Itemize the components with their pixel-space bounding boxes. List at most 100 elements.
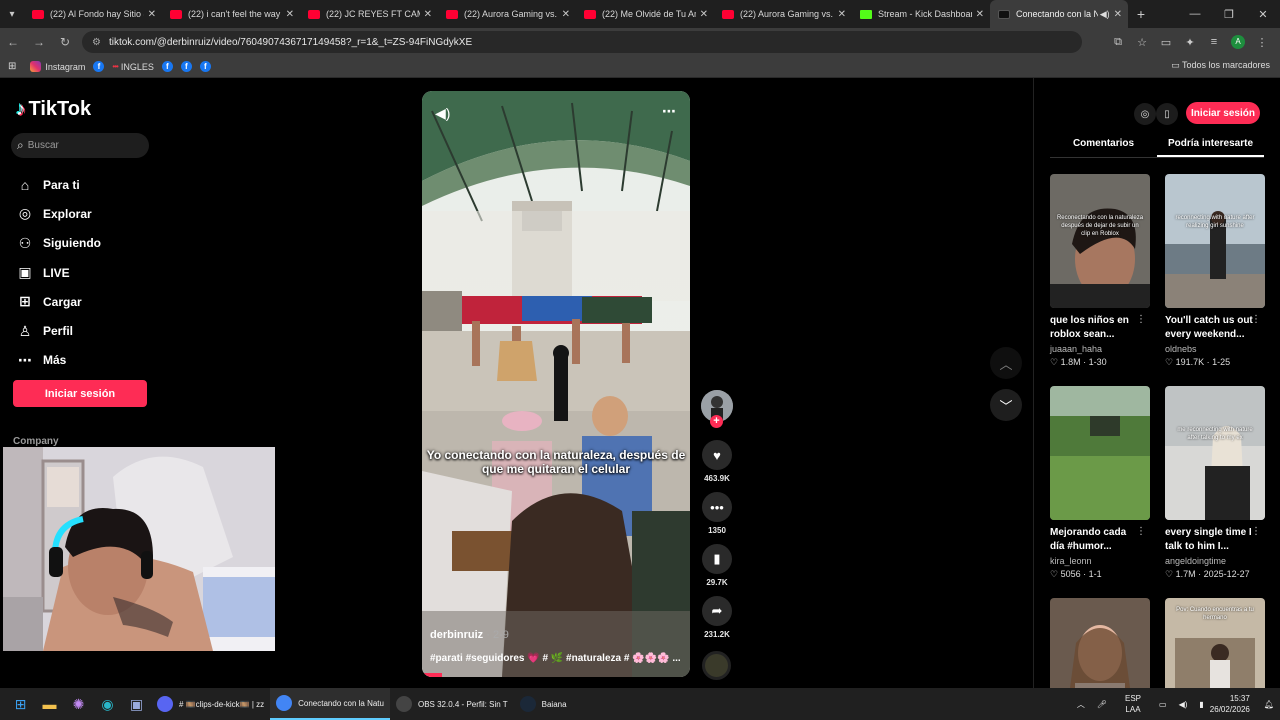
windows-start-icon[interactable]: ⊞ [6,688,35,720]
comment-button[interactable]: ••• 1350 [702,492,732,535]
taskbar-app[interactable]: Baiana [514,688,573,720]
video-player[interactable]: ◀) ⋯ Yo conectando con la naturaleza, de… [422,91,690,677]
extensions-icon[interactable]: ✦ [1178,36,1202,49]
device-icon[interactable]: ▯ [1156,103,1178,125]
sidebar-item-live[interactable]: ▣ LIVE [16,258,101,287]
more-options-icon[interactable]: ⋯ [662,103,676,120]
search-input[interactable]: ⌕ Buscar [11,133,149,158]
browser-tab[interactable]: (22) JC REYES FT CAMIN ✕ [300,0,438,28]
card-more-icon[interactable]: ⋮ [1251,526,1261,537]
install-app-icon[interactable]: ⧉ [1106,36,1130,49]
recommended-video-card[interactable]: me reconnecting with nature after talkin… [1165,386,1265,580]
video-thumbnail[interactable] [1050,386,1150,520]
bookmark-ingles[interactable]: ••• INGLES [112,62,153,72]
previous-video-button[interactable]: ︿ [990,347,1022,379]
music-disc-icon[interactable] [702,651,731,680]
like-button[interactable]: ♥ 463.9K [702,440,732,483]
close-window-icon[interactable]: ✕ [1246,0,1280,28]
card-username[interactable]: oldnebs [1165,344,1265,354]
volume-icon[interactable]: ◀) [1179,700,1188,709]
forward-icon[interactable]: → [26,35,52,49]
browser-tab[interactable]: (22) Aurora Gaming vs. X ✕ [438,0,576,28]
microphone-icon[interactable]: 🎤︎ [1097,700,1107,709]
clock[interactable]: 15:37 26/02/2026 [1210,693,1250,715]
cast-icon[interactable]: ▭ [1154,36,1178,49]
video-thumbnail[interactable]: reconnecting with nature after realizing… [1165,174,1265,308]
share-button[interactable]: ➦ 231.2K [702,596,732,639]
video-thumbnail[interactable]: Reconectando con la naturaleza después d… [1050,174,1150,308]
reload-icon[interactable]: ↻ [52,35,78,49]
bookmark-facebook[interactable]: f [93,61,105,72]
bookmark-facebook-3[interactable]: f [180,61,192,72]
browser-tab[interactable]: Conectando con la N ◀) ✕ [990,0,1128,28]
profile-avatar[interactable]: A [1231,35,1245,49]
network-icon[interactable]: ▭ [1159,700,1167,709]
close-tab-icon[interactable]: ✕ [148,9,156,20]
file-explorer-icon[interactable]: ▬ [35,688,64,720]
panel-login-button[interactable]: Iniciar sesión [1186,102,1260,124]
recommended-video-card[interactable] [1050,598,1150,688]
video-author[interactable]: derbinruiz · 2-9 [430,629,509,641]
browser-tab[interactable]: (22) Me Olvidé de Tu Am ✕ [576,0,714,28]
url-field[interactable]: ⚙ tiktok.com/@derbinruiz/video/760490743… [82,31,1082,53]
save-button[interactable]: ▮ 29.7K [702,544,732,587]
tab-podria-interesarte[interactable]: Podría interesarte [1157,136,1264,157]
sidebar-item-siguiendo[interactable]: ⚇ Siguiendo [16,229,101,258]
chrome-menu-icon[interactable]: ⋮ [1250,36,1274,49]
video-hashtags[interactable]: #parati #seguidores 💗 # 🌿 #naturaleza # … [430,653,681,664]
sidebar-item-explorar[interactable]: ◎ Explorar [16,199,101,228]
bookmark-facebook-2[interactable]: f [161,61,173,72]
apps-icon[interactable]: ⊞ [8,61,16,72]
minimize-icon[interactable]: — [1178,0,1212,28]
video-thumbnail[interactable]: me reconnecting with nature after talkin… [1165,386,1265,520]
language-indicator[interactable]: ESP LAA [1119,693,1147,715]
taskbar-app[interactable]: OBS 32.0.4 - Perfil: Sin T [390,688,514,720]
card-more-icon[interactable]: ⋮ [1136,526,1146,537]
sidebar-item-perfil[interactable]: ♙ Perfil [16,316,101,345]
video-thumbnail[interactable] [1050,598,1150,688]
browser-tab[interactable]: Stream - Kick Dashboard ✕ [852,0,990,28]
coins-icon[interactable]: ◎ [1134,103,1156,125]
edge-icon[interactable]: ◉ [93,688,122,720]
close-tab-icon[interactable]: ✕ [976,9,984,20]
store-icon[interactable]: ▣ [122,688,151,720]
close-tab-icon[interactable]: ✕ [562,9,570,20]
back-icon[interactable]: ← [0,35,26,49]
taskbar-app[interactable]: # 🎞️clips-de-kick🎞️ | zz [151,688,270,720]
taskbar-app[interactable]: Conectando con la Natu [270,688,390,720]
browser-tab[interactable]: (22) i can't feel the way i ✕ [162,0,300,28]
recommended-video-card[interactable]: Reconectando con la naturaleza después d… [1050,174,1150,368]
mute-icon[interactable]: ◀) [435,105,450,122]
bookmark-facebook-4[interactable]: f [199,61,211,72]
login-button[interactable]: Iniciar sesión [13,380,147,407]
browser-tab[interactable]: (22) Aurora Gaming vs. X ✕ [714,0,852,28]
copilot-icon[interactable]: ✺ [64,688,93,720]
notifications-icon[interactable]: 🔔︎ [1264,700,1274,709]
battery-icon[interactable]: ▮ [1199,700,1203,709]
tab-audio-icon[interactable]: ◀) [1100,9,1110,20]
follow-plus-icon[interactable]: + [710,415,723,428]
bookmark-star-icon[interactable]: ☆ [1130,36,1154,49]
close-tab-icon[interactable]: ✕ [424,9,432,20]
card-username[interactable]: kira_leonn [1050,556,1150,566]
card-username[interactable]: angeldoingtime [1165,556,1265,566]
close-tab-icon[interactable]: ✕ [838,9,846,20]
close-tab-icon[interactable]: ✕ [286,9,294,20]
tray-overflow-icon[interactable]: ︿ [1077,699,1085,710]
sidebar-item-cargar[interactable]: ⊞ Cargar [16,287,101,316]
sidebar-item-mas[interactable]: ⋯ Más [16,346,101,375]
recommended-video-card[interactable]: Pov: Cuando encuentras a tu hermano [1165,598,1265,688]
recommended-video-card[interactable]: reconnecting with nature after realizing… [1165,174,1265,368]
tiktok-logo[interactable]: ♪ TikTok [16,98,91,121]
bookmark-instagram[interactable]: Instagram [30,61,85,72]
close-tab-icon[interactable]: ✕ [700,9,708,20]
card-more-icon[interactable]: ⋮ [1251,314,1261,325]
tab-search-icon[interactable]: ▾ [0,0,24,28]
close-tab-icon[interactable]: ✕ [1114,9,1122,20]
card-more-icon[interactable]: ⋮ [1136,314,1146,325]
card-username[interactable]: juaaan_haha [1050,344,1150,354]
next-video-button[interactable]: ﹀ [990,389,1022,421]
new-tab-button[interactable]: + [1128,6,1154,22]
all-bookmarks[interactable]: ▭ Todos los marcadores [1171,60,1270,71]
video-thumbnail[interactable]: Pov: Cuando encuentras a tu hermano [1165,598,1265,688]
